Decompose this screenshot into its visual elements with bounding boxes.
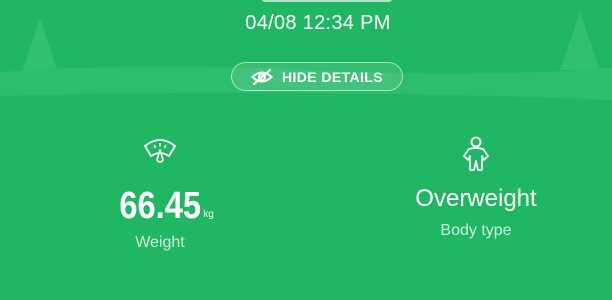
eye-off-icon bbox=[251, 68, 273, 85]
weight-value: 66.45 bbox=[119, 185, 202, 227]
weight-metric: 66.45 kg Weight bbox=[92, 136, 228, 252]
body-type-label: Body type bbox=[440, 222, 512, 239]
weight-unit: kg bbox=[203, 209, 214, 220]
weight-label: Weight bbox=[135, 234, 185, 251]
person-icon bbox=[463, 136, 489, 171]
hide-details-label: HIDE DETAILS bbox=[282, 68, 383, 85]
measurement-datetime: 04/08 12:34 PM bbox=[245, 12, 391, 34]
hide-details-button[interactable]: HIDE DETAILS bbox=[231, 62, 403, 91]
scale-icon bbox=[144, 139, 176, 163]
body-type-value: Overweight bbox=[415, 185, 537, 212]
body-type-metric: Overweight Body type bbox=[396, 136, 556, 240]
truncated-top-text bbox=[262, 0, 392, 4]
